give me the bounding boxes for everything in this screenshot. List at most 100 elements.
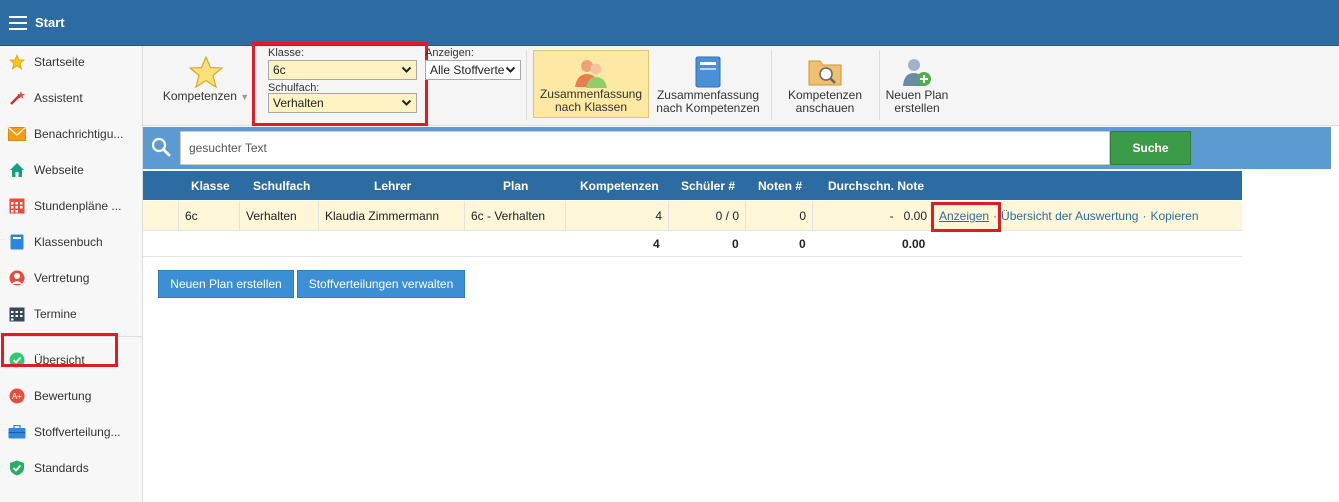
shield-check-icon (8, 459, 26, 477)
column-header-klasse[interactable]: Klasse (191, 179, 230, 193)
caret-down-icon: ▼ (240, 92, 250, 102)
zusammenfassung-klassen-line2: nach Klassen (554, 100, 628, 114)
kompetenzen-label: Kompetenzen (162, 89, 237, 103)
star-outline-icon (188, 55, 224, 91)
folder-search-icon (808, 56, 842, 89)
zusammenfassung-kompetenzen-line2: nach Kompetenzen (656, 101, 760, 115)
table-row: 6c Verhalten Klaudia Zimmermann 6c - Ver… (143, 201, 1242, 231)
grade-icon: A+ (8, 387, 26, 405)
column-header-lehrer[interactable]: Lehrer (374, 179, 411, 193)
book-icon (8, 233, 26, 251)
sidebar-item-label: Klassenbuch (34, 235, 103, 249)
sidebar-item-label: Stoffverteilung... (34, 425, 121, 439)
neuen-plan-erstellen-button[interactable]: Neuen Plan erstellen (158, 270, 294, 298)
anzeigen-select[interactable]: Alle Stoffverte (425, 60, 521, 80)
column-header-noten[interactable]: Noten # (758, 179, 802, 193)
row-spacer (143, 201, 179, 231)
kopieren-link[interactable]: Kopieren (1150, 209, 1198, 223)
column-header-durchschnitt[interactable]: Durchschn. Note (828, 179, 924, 193)
toolbar-separator (526, 50, 527, 120)
search-input[interactable] (180, 131, 1110, 165)
toolbar-separator (879, 50, 880, 120)
total-schueler: 0 (732, 237, 739, 251)
svg-text:A+: A+ (12, 392, 22, 401)
cell-lehrer: Klaudia Zimmermann (319, 201, 465, 231)
sidebar-item-webseite[interactable]: Webseite (0, 156, 142, 184)
column-header-kompetenzen[interactable]: Kompetenzen (580, 179, 659, 193)
wand-icon (8, 89, 26, 107)
anzeigen-label: Anzeigen: (425, 47, 474, 59)
toolbar-separator (771, 50, 772, 120)
sidebar-item-stundenplaene[interactable]: Stundenpläne ... (0, 192, 142, 220)
calendar-dark-icon (8, 305, 26, 323)
sidebar-item-label: Bewertung (34, 389, 92, 403)
sidebar-item-label: Startseite (34, 55, 85, 69)
total-noten: 0 (799, 237, 806, 251)
table-totals-row: 4 0 0 0.00 (143, 231, 1242, 257)
sidebar-item-label: Vertretung (34, 271, 90, 285)
durchschnitt-value: 0.00 (903, 209, 927, 223)
search-bar: Suche (143, 127, 1331, 169)
cell-plan: 6c - Verhalten (465, 201, 566, 231)
envelope-icon (8, 125, 26, 143)
sidebar-item-stoffverteilung[interactable]: Stoffverteilung... (0, 418, 142, 446)
stoffverteilungen-verwalten-button[interactable]: Stoffverteilungen verwalten (297, 270, 465, 298)
sidebar: Startseite Assistent Benachrichtigu... W… (0, 46, 143, 502)
chevron-down-icon (505, 64, 516, 78)
top-bar: Start (0, 0, 1339, 46)
separator-dot: · (1142, 209, 1147, 223)
toolbar: Kompetenzen ▼ Klasse: 6c Schulfach: Verh… (143, 42, 1339, 126)
kompetenzen-anschauen-line2: anschauen (795, 101, 855, 115)
cell-durchschnitt: - 0.00 (813, 201, 933, 231)
house-icon (8, 161, 26, 179)
neuen-plan-erstellen-toolbar-button[interactable]: Neuen Plan erstellen (883, 50, 951, 118)
sidebar-item-klassenbuch[interactable]: Klassenbuch (0, 228, 142, 256)
calendar-icon (8, 197, 26, 215)
annotation-highlight-anzeigen (931, 202, 1001, 232)
notebook-icon (695, 56, 721, 91)
zusammenfassung-kompetenzen-button[interactable]: Zusammenfassung nach Kompetenzen (653, 50, 763, 118)
sidebar-item-assistent[interactable]: Assistent (0, 84, 142, 112)
total-kompetenzen: 4 (653, 237, 660, 251)
kompetenzen-dropdown-button[interactable]: Kompetenzen ▼ (161, 50, 251, 118)
annotation-highlight-filters (252, 42, 428, 126)
cell-klasse: 6c (179, 201, 240, 231)
sidebar-item-label: Stundenpläne ... (34, 199, 122, 213)
sidebar-item-label: Benachrichtigu... (34, 127, 124, 141)
person-icon (8, 269, 26, 287)
cell-noten: 0 (746, 201, 813, 231)
column-header-schulfach[interactable]: Schulfach (253, 179, 310, 193)
people-icon (574, 57, 608, 92)
app-title: Start (35, 15, 65, 30)
sidebar-item-benachrichtigungen[interactable]: Benachrichtigu... (0, 120, 142, 148)
sidebar-item-vertretung[interactable]: Vertretung (0, 264, 142, 292)
sidebar-item-startseite[interactable]: Startseite (0, 48, 142, 76)
annotation-highlight-bewertung (1, 333, 118, 367)
table-header: Klasse Schulfach Lehrer Plan Kompetenzen… (143, 171, 1242, 200)
sidebar-item-label: Termine (34, 307, 77, 321)
search-icon (151, 137, 171, 160)
add-user-icon (902, 56, 932, 91)
column-header-plan[interactable]: Plan (503, 179, 528, 193)
cell-schulfach: Verhalten (240, 201, 319, 231)
briefcase-icon (8, 423, 26, 441)
durchschnitt-dash: - (889, 209, 894, 223)
sidebar-item-bewertung[interactable]: A+ Bewertung (0, 382, 142, 410)
menu-icon[interactable] (9, 15, 27, 30)
cell-kompetenzen: 4 (566, 201, 669, 231)
star-icon (8, 53, 26, 71)
kompetenzen-anschauen-button[interactable]: Kompetenzen anschauen (777, 50, 873, 118)
sidebar-item-standards[interactable]: Standards (0, 454, 142, 482)
neuen-plan-line2: erstellen (894, 101, 940, 115)
uebersicht-auswertung-link[interactable]: Übersicht der Auswertung (1001, 209, 1138, 223)
total-durchschnitt: 0.00 (902, 237, 926, 251)
zusammenfassung-klassen-button[interactable]: Zusammenfassung nach Klassen (533, 50, 649, 118)
sidebar-item-label: Standards (34, 461, 89, 475)
sidebar-item-termine[interactable]: Termine (0, 300, 142, 328)
anzeigen-value: Alle Stoffverte (430, 63, 505, 77)
sidebar-item-label: Assistent (34, 91, 83, 105)
cell-schueler: 0 / 0 (669, 201, 746, 231)
search-button[interactable]: Suche (1110, 131, 1191, 165)
sidebar-item-label: Webseite (34, 163, 84, 177)
column-header-schueler[interactable]: Schüler # (681, 179, 735, 193)
